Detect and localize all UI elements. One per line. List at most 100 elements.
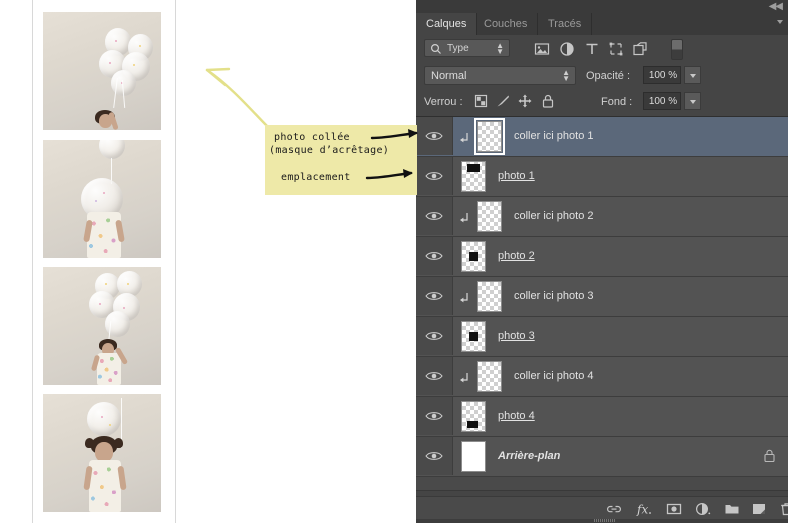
lock-transparency-icon[interactable] <box>473 93 489 109</box>
lock-all-icon[interactable] <box>540 93 556 109</box>
annotation-pointer-icon-1 <box>370 129 418 140</box>
filter-type-select[interactable]: Type ▲ ▼ <box>424 39 510 57</box>
eye-icon[interactable] <box>425 170 443 182</box>
panel-menu-icon[interactable] <box>777 20 783 24</box>
layer-name[interactable]: photo 3 <box>498 330 535 342</box>
layer-thumbnail[interactable] <box>474 118 505 155</box>
layer-visibility-cell[interactable] <box>416 437 453 475</box>
tab-traces[interactable]: Tracés <box>538 13 593 35</box>
layer-filter-row: Type ▲ ▼ <box>416 35 788 63</box>
panel-resize-grip[interactable] <box>594 519 616 522</box>
shape-filter-icon[interactable] <box>608 41 624 57</box>
adjustment-filter-icon[interactable] <box>559 41 575 57</box>
lock-image-icon[interactable] <box>495 93 511 109</box>
tab-couches[interactable]: Couches <box>474 13 539 35</box>
table-row[interactable]: photo 4 <box>416 397 788 437</box>
new-layer-icon[interactable] <box>751 501 767 517</box>
layer-thumbnail[interactable] <box>461 161 486 192</box>
lock-position-icon[interactable] <box>517 93 533 109</box>
layer-name[interactable]: coller ici photo 1 <box>514 130 594 142</box>
table-row[interactable]: coller ici photo 4 <box>416 357 788 397</box>
layers-panel-footer: fx <box>416 496 788 520</box>
table-row[interactable]: coller ici photo 2 <box>416 197 788 237</box>
smartobject-filter-icon[interactable] <box>632 41 648 57</box>
pixel-filter-icon[interactable] <box>534 41 550 57</box>
opacity-dropdown-icon[interactable] <box>684 66 701 84</box>
table-row[interactable]: photo 2 <box>416 237 788 277</box>
tab-calques[interactable]: Calques <box>416 13 478 35</box>
layer-name[interactable]: coller ici photo 3 <box>514 290 594 302</box>
layer-style-fx-icon[interactable]: fx <box>636 501 652 517</box>
clipping-mask-icon <box>460 373 468 383</box>
clipping-mask-icon <box>460 213 468 223</box>
layers-panel: ◀◀ Calques Couches Tracés Type ▲ ▼ Norma… <box>416 0 788 523</box>
new-adjustment-layer-icon[interactable] <box>695 501 711 517</box>
layer-visibility-cell[interactable] <box>416 317 453 355</box>
collapse-panel-icon[interactable]: ◀◀ <box>769 1 783 12</box>
filter-stepper-icon[interactable]: ▲ ▼ <box>496 42 504 56</box>
eye-icon[interactable] <box>425 250 443 262</box>
fill-input[interactable]: 100 % <box>643 92 681 110</box>
layer-visibility-cell[interactable] <box>416 237 453 275</box>
eye-icon[interactable] <box>425 370 443 382</box>
photo-thumbnail-2[interactable] <box>43 140 161 258</box>
blend-stepper-icon[interactable]: ▲ ▼ <box>562 69 570 83</box>
annotation-line-3: emplacement <box>281 172 351 183</box>
add-layer-mask-icon[interactable] <box>666 501 682 517</box>
eye-icon[interactable] <box>425 210 443 222</box>
layer-visibility-cell[interactable] <box>416 277 453 315</box>
svg-text:fx: fx <box>636 503 648 517</box>
layer-thumbnail[interactable] <box>461 401 486 432</box>
table-row[interactable]: coller ici photo 3 <box>416 277 788 317</box>
eye-icon[interactable] <box>425 450 443 462</box>
photo-thumbnail-1[interactable] <box>43 12 161 130</box>
eye-icon[interactable] <box>425 410 443 422</box>
table-row[interactable]: photo 3 <box>416 317 788 357</box>
new-group-icon[interactable] <box>724 501 740 517</box>
filter-type-label: Type <box>447 43 469 54</box>
fill-dropdown-icon[interactable] <box>684 92 701 110</box>
eye-icon[interactable] <box>425 330 443 342</box>
opacity-value: 100 % <box>648 70 678 81</box>
type-filter-icon[interactable] <box>584 41 600 57</box>
filter-enable-toggle[interactable] <box>671 39 683 60</box>
layer-visibility-cell[interactable] <box>416 357 453 395</box>
yellow-callout-arrow <box>205 67 271 130</box>
annotation-line-1: photo collée <box>274 132 350 143</box>
lock-label: Verrou : <box>424 96 463 108</box>
photo-thumbnail-3[interactable] <box>43 267 161 385</box>
delete-layer-icon[interactable] <box>779 501 788 517</box>
layer-thumbnail[interactable] <box>461 441 486 472</box>
layer-name[interactable]: photo 1 <box>498 170 535 182</box>
annotation-callout: photo collée (masque d’acrêtage) emplace… <box>265 125 418 195</box>
blend-mode-value: Normal <box>431 70 467 82</box>
panel-resize-strip[interactable] <box>416 519 788 523</box>
layer-thumbnail[interactable] <box>461 241 486 272</box>
table-row[interactable]: photo 1 <box>416 157 788 197</box>
layer-name[interactable]: photo 4 <box>498 410 535 422</box>
layer-visibility-cell[interactable] <box>416 157 453 195</box>
layer-name[interactable]: photo 2 <box>498 250 535 262</box>
layer-visibility-cell[interactable] <box>416 397 453 435</box>
eye-icon[interactable] <box>425 130 443 142</box>
layer-thumbnail[interactable] <box>461 321 486 352</box>
annotation-line-2: (masque d’acrêtage) <box>269 145 390 156</box>
table-row[interactable]: Arrière-plan <box>416 437 788 477</box>
photo-thumbnail-4[interactable] <box>43 394 161 512</box>
eye-icon[interactable] <box>425 290 443 302</box>
layer-name[interactable]: coller ici photo 2 <box>514 210 594 222</box>
layer-thumbnail[interactable] <box>477 361 502 392</box>
layer-thumbnail[interactable] <box>477 201 502 232</box>
layer-name[interactable]: Arrière-plan <box>498 450 560 462</box>
layer-name[interactable]: coller ici photo 4 <box>514 370 594 382</box>
layer-thumbnail[interactable] <box>477 281 502 312</box>
lock-row: Verrou : Fond : 100 % <box>416 88 788 117</box>
blend-mode-select[interactable]: Normal ▲ ▼ <box>424 66 576 85</box>
search-icon <box>430 43 441 54</box>
link-layers-icon[interactable] <box>606 501 622 517</box>
table-row[interactable]: coller ici photo 1 <box>416 117 788 157</box>
layer-visibility-cell[interactable] <box>416 197 453 235</box>
layer-list[interactable]: coller ici photo 1 photo 1 coller ici ph… <box>416 117 788 490</box>
layer-locked-icon <box>764 449 775 463</box>
opacity-input[interactable]: 100 % <box>643 66 681 84</box>
